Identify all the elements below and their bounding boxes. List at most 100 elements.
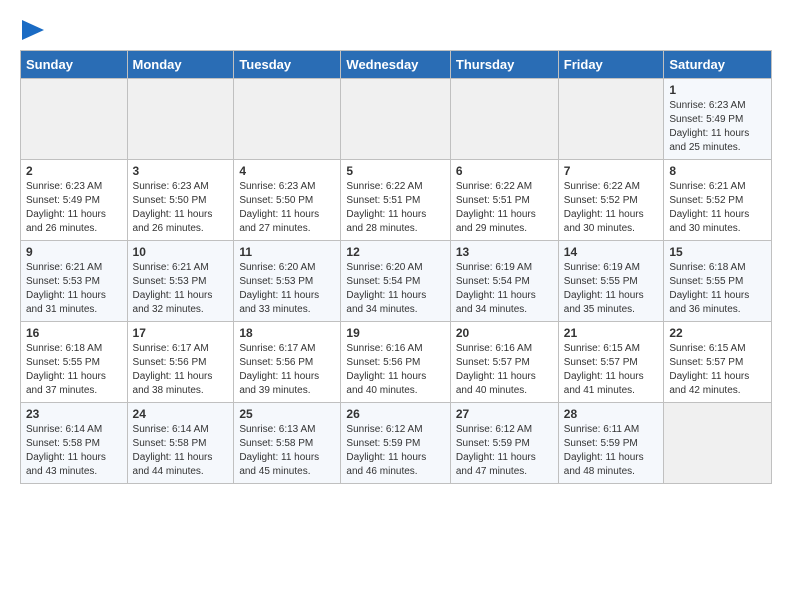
day-info: Sunrise: 6:14 AM Sunset: 5:58 PM Dayligh… — [26, 423, 122, 479]
calendar-cell: 1 Sunrise: 6:23 AM Sunset: 5:49 PM Daylig… — [664, 79, 772, 160]
day-number: 17 — [133, 326, 229, 340]
calendar-cell — [664, 403, 772, 484]
calendar-cell: 6 Sunrise: 6:22 AM Sunset: 5:51 PM Daylig… — [450, 160, 558, 241]
logo-arrow-icon — [22, 20, 44, 40]
day-number: 15 — [669, 245, 766, 259]
day-info: Sunrise: 6:17 AM Sunset: 5:56 PM Dayligh… — [133, 342, 229, 398]
calendar-cell: 2 Sunrise: 6:23 AM Sunset: 5:49 PM Daylig… — [21, 160, 128, 241]
day-number: 12 — [346, 245, 444, 259]
day-number: 9 — [26, 245, 122, 259]
day-number: 10 — [133, 245, 229, 259]
calendar-cell — [21, 79, 128, 160]
calendar-cell: 21 Sunrise: 6:15 AM Sunset: 5:57 PM Dayli… — [558, 322, 664, 403]
day-info: Sunrise: 6:22 AM Sunset: 5:51 PM Dayligh… — [346, 180, 444, 236]
calendar-cell: 27 Sunrise: 6:12 AM Sunset: 5:59 PM Dayli… — [450, 403, 558, 484]
day-info: Sunrise: 6:21 AM Sunset: 5:52 PM Dayligh… — [669, 180, 766, 236]
weekday-header-saturday: Saturday — [664, 51, 772, 79]
calendar-week-row: 23 Sunrise: 6:14 AM Sunset: 5:58 PM Dayli… — [21, 403, 772, 484]
day-info: Sunrise: 6:23 AM Sunset: 5:49 PM Dayligh… — [669, 99, 766, 155]
calendar-cell — [450, 79, 558, 160]
day-info: Sunrise: 6:19 AM Sunset: 5:55 PM Dayligh… — [564, 261, 659, 317]
calendar-header-row: SundayMondayTuesdayWednesdayThursdayFrid… — [21, 51, 772, 79]
page-header — [20, 20, 772, 40]
day-info: Sunrise: 6:14 AM Sunset: 5:58 PM Dayligh… — [133, 423, 229, 479]
calendar-cell — [558, 79, 664, 160]
day-number: 22 — [669, 326, 766, 340]
calendar-cell: 26 Sunrise: 6:12 AM Sunset: 5:59 PM Dayli… — [341, 403, 450, 484]
calendar-week-row: 2 Sunrise: 6:23 AM Sunset: 5:49 PM Daylig… — [21, 160, 772, 241]
calendar-week-row: 1 Sunrise: 6:23 AM Sunset: 5:49 PM Daylig… — [21, 79, 772, 160]
day-number: 18 — [239, 326, 335, 340]
day-info: Sunrise: 6:12 AM Sunset: 5:59 PM Dayligh… — [346, 423, 444, 479]
calendar-cell — [234, 79, 341, 160]
day-info: Sunrise: 6:20 AM Sunset: 5:53 PM Dayligh… — [239, 261, 335, 317]
day-number: 25 — [239, 407, 335, 421]
weekday-header-wednesday: Wednesday — [341, 51, 450, 79]
weekday-header-thursday: Thursday — [450, 51, 558, 79]
day-info: Sunrise: 6:16 AM Sunset: 5:57 PM Dayligh… — [456, 342, 553, 398]
day-info: Sunrise: 6:20 AM Sunset: 5:54 PM Dayligh… — [346, 261, 444, 317]
day-info: Sunrise: 6:21 AM Sunset: 5:53 PM Dayligh… — [133, 261, 229, 317]
calendar-cell: 4 Sunrise: 6:23 AM Sunset: 5:50 PM Daylig… — [234, 160, 341, 241]
calendar-week-row: 9 Sunrise: 6:21 AM Sunset: 5:53 PM Daylig… — [21, 241, 772, 322]
day-info: Sunrise: 6:16 AM Sunset: 5:56 PM Dayligh… — [346, 342, 444, 398]
calendar-cell: 5 Sunrise: 6:22 AM Sunset: 5:51 PM Daylig… — [341, 160, 450, 241]
day-number: 2 — [26, 164, 122, 178]
calendar-cell: 22 Sunrise: 6:15 AM Sunset: 5:57 PM Dayli… — [664, 322, 772, 403]
calendar-cell: 20 Sunrise: 6:16 AM Sunset: 5:57 PM Dayli… — [450, 322, 558, 403]
day-info: Sunrise: 6:22 AM Sunset: 5:52 PM Dayligh… — [564, 180, 659, 236]
day-number: 8 — [669, 164, 766, 178]
calendar-table: SundayMondayTuesdayWednesdayThursdayFrid… — [20, 50, 772, 484]
day-number: 4 — [239, 164, 335, 178]
day-number: 16 — [26, 326, 122, 340]
logo — [20, 20, 44, 40]
day-info: Sunrise: 6:17 AM Sunset: 5:56 PM Dayligh… — [239, 342, 335, 398]
day-info: Sunrise: 6:15 AM Sunset: 5:57 PM Dayligh… — [669, 342, 766, 398]
day-info: Sunrise: 6:18 AM Sunset: 5:55 PM Dayligh… — [669, 261, 766, 317]
day-number: 11 — [239, 245, 335, 259]
weekday-header-monday: Monday — [127, 51, 234, 79]
day-info: Sunrise: 6:15 AM Sunset: 5:57 PM Dayligh… — [564, 342, 659, 398]
calendar-cell: 14 Sunrise: 6:19 AM Sunset: 5:55 PM Dayli… — [558, 241, 664, 322]
calendar-cell: 10 Sunrise: 6:21 AM Sunset: 5:53 PM Dayli… — [127, 241, 234, 322]
day-number: 21 — [564, 326, 659, 340]
day-number: 19 — [346, 326, 444, 340]
day-number: 1 — [669, 83, 766, 97]
calendar-cell: 13 Sunrise: 6:19 AM Sunset: 5:54 PM Dayli… — [450, 241, 558, 322]
calendar-cell: 11 Sunrise: 6:20 AM Sunset: 5:53 PM Dayli… — [234, 241, 341, 322]
calendar-cell: 19 Sunrise: 6:16 AM Sunset: 5:56 PM Dayli… — [341, 322, 450, 403]
day-info: Sunrise: 6:21 AM Sunset: 5:53 PM Dayligh… — [26, 261, 122, 317]
day-number: 6 — [456, 164, 553, 178]
day-number: 7 — [564, 164, 659, 178]
calendar-cell — [127, 79, 234, 160]
day-info: Sunrise: 6:23 AM Sunset: 5:49 PM Dayligh… — [26, 180, 122, 236]
day-number: 13 — [456, 245, 553, 259]
calendar-cell: 3Sunrise: 6:23 AM Sunset: 5:50 PM Daylig… — [127, 160, 234, 241]
calendar-cell: 8 Sunrise: 6:21 AM Sunset: 5:52 PM Daylig… — [664, 160, 772, 241]
calendar-cell: 12 Sunrise: 6:20 AM Sunset: 5:54 PM Dayli… — [341, 241, 450, 322]
calendar-cell: 16 Sunrise: 6:18 AM Sunset: 5:55 PM Dayli… — [21, 322, 128, 403]
day-number: 26 — [346, 407, 444, 421]
day-number: 20 — [456, 326, 553, 340]
calendar-cell: 24Sunrise: 6:14 AM Sunset: 5:58 PM Dayli… — [127, 403, 234, 484]
day-info: Sunrise: 6:12 AM Sunset: 5:59 PM Dayligh… — [456, 423, 553, 479]
day-number: 27 — [456, 407, 553, 421]
day-info: Sunrise: 6:22 AM Sunset: 5:51 PM Dayligh… — [456, 180, 553, 236]
day-info: Sunrise: 6:18 AM Sunset: 5:55 PM Dayligh… — [26, 342, 122, 398]
calendar-cell: 28Sunrise: 6:11 AM Sunset: 5:59 PM Dayli… — [558, 403, 664, 484]
day-number: 5 — [346, 164, 444, 178]
day-info: Sunrise: 6:11 AM Sunset: 5:59 PM Dayligh… — [564, 423, 659, 479]
weekday-header-sunday: Sunday — [21, 51, 128, 79]
day-info: Sunrise: 6:13 AM Sunset: 5:58 PM Dayligh… — [239, 423, 335, 479]
day-number: 14 — [564, 245, 659, 259]
calendar-cell: 25 Sunrise: 6:13 AM Sunset: 5:58 PM Dayli… — [234, 403, 341, 484]
calendar-cell: 17 Sunrise: 6:17 AM Sunset: 5:56 PM Dayli… — [127, 322, 234, 403]
calendar-cell: 18 Sunrise: 6:17 AM Sunset: 5:56 PM Dayli… — [234, 322, 341, 403]
calendar-cell — [341, 79, 450, 160]
calendar-cell: 23 Sunrise: 6:14 AM Sunset: 5:58 PM Dayli… — [21, 403, 128, 484]
weekday-header-friday: Friday — [558, 51, 664, 79]
day-info: Sunrise: 6:23 AM Sunset: 5:50 PM Dayligh… — [133, 180, 229, 236]
day-info: Sunrise: 6:19 AM Sunset: 5:54 PM Dayligh… — [456, 261, 553, 317]
day-info: Sunrise: 6:23 AM Sunset: 5:50 PM Dayligh… — [239, 180, 335, 236]
day-number: 23 — [26, 407, 122, 421]
